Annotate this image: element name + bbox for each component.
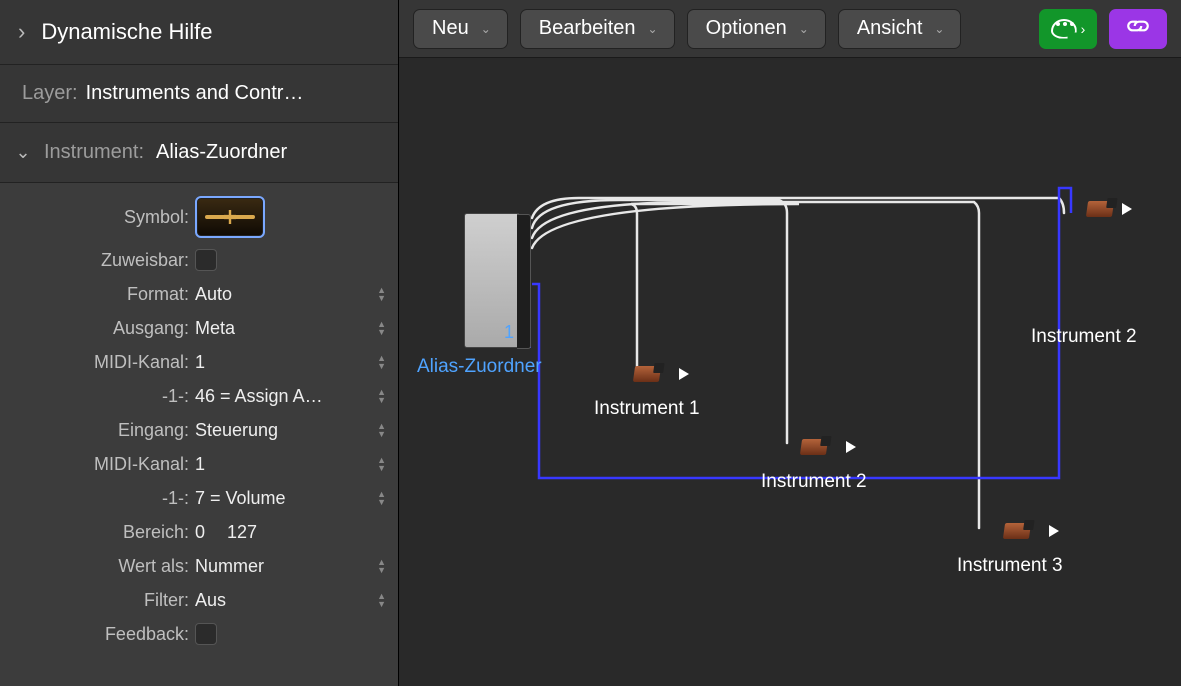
chevron-down-icon: ⌄	[481, 22, 491, 36]
midi-in-value: 1	[195, 454, 205, 475]
instrument-2-label[interactable]: Instrument 2	[761, 471, 867, 493]
workspace[interactable]: 1 Alias-Zuordner Instrument 1 Instrument…	[399, 58, 1181, 686]
prop-feedback: Feedback:	[0, 617, 398, 651]
chevron-down-icon: ⌄	[12, 142, 34, 163]
prop-symbol: Symbol:	[0, 191, 398, 243]
assigner-number: 1	[504, 322, 514, 343]
midi-out-value: 1	[195, 352, 205, 373]
properties-list: Symbol: Zuweisbar: Format: Auto ▲▼ Aus	[0, 183, 398, 686]
layer-row[interactable]: Layer: Instruments and Contr…	[0, 65, 398, 123]
palette-icon	[1051, 19, 1077, 39]
instrument-header[interactable]: ⌄ Instrument: Alias-Zuordner	[0, 123, 398, 183]
stepper-icon[interactable]: ▲▼	[377, 388, 386, 404]
prop-range[interactable]: Bereich: 0 127	[0, 515, 398, 549]
symbol-icon[interactable]	[195, 196, 265, 238]
instrument-icon[interactable]	[633, 366, 661, 382]
layer-label: Layer:	[22, 82, 78, 105]
options-menu[interactable]: Optionen⌄	[687, 9, 826, 49]
prop-output[interactable]: Ausgang: Meta ▲▼	[0, 311, 398, 345]
chevron-down-icon: ⌄	[648, 22, 658, 36]
filter-value: Aus	[195, 590, 226, 611]
instrument-1-label[interactable]: Instrument 1	[594, 398, 700, 420]
instrument-icon[interactable]	[1086, 201, 1114, 217]
instrument-icon[interactable]	[1003, 523, 1031, 539]
instrument-label: Instrument:	[44, 141, 144, 164]
chevron-right-icon: ›	[18, 19, 25, 45]
value-as-value: Nummer	[195, 556, 264, 577]
color-palette-button[interactable]: ›	[1039, 9, 1097, 49]
environment-area: Neu⌄ Bearbeiten⌄ Optionen⌄ Ansicht⌄ ›	[399, 0, 1181, 686]
instrument-2b-label[interactable]: Instrument 2	[1031, 326, 1137, 348]
assignable-checkbox[interactable]	[195, 249, 217, 271]
edit-menu[interactable]: Bearbeiten⌄	[520, 9, 675, 49]
assigner-ports	[520, 216, 529, 274]
stepper-icon[interactable]: ▲▼	[377, 558, 386, 574]
input-value: Steuerung	[195, 420, 278, 441]
feedback-checkbox[interactable]	[195, 623, 217, 645]
prop-midi-in[interactable]: MIDI-Kanal: 1 ▲▼	[0, 447, 398, 481]
range-hi: 127	[227, 522, 257, 543]
play-icon	[1049, 525, 1059, 537]
instrument-3-label[interactable]: Instrument 3	[957, 555, 1063, 577]
minus1b-value: 7 = Volume	[195, 488, 286, 509]
format-value: Auto	[195, 284, 232, 305]
view-menu[interactable]: Ansicht⌄	[838, 9, 962, 49]
minus1a-value: 46 = Assign A…	[195, 386, 323, 407]
chevron-down-icon: ⌄	[934, 22, 944, 36]
assigner-label[interactable]: Alias-Zuordner	[417, 356, 542, 378]
play-icon	[1122, 203, 1132, 215]
toolbar: Neu⌄ Bearbeiten⌄ Optionen⌄ Ansicht⌄ ›	[399, 0, 1181, 58]
inspector-panel: › Dynamische Hilfe Layer: Instruments an…	[0, 0, 399, 686]
prop-midi-out[interactable]: MIDI-Kanal: 1 ▲▼	[0, 345, 398, 379]
prop-minus1b[interactable]: -1-: 7 = Volume ▲▼	[0, 481, 398, 515]
chevron-down-icon: ⌄	[799, 22, 809, 36]
instrument-value: Alias-Zuordner	[156, 141, 287, 164]
output-value: Meta	[195, 318, 235, 339]
stepper-icon[interactable]: ▲▼	[377, 354, 386, 370]
prop-assignable: Zuweisbar:	[0, 243, 398, 277]
selection-outline	[517, 274, 531, 348]
stepper-icon[interactable]: ▲▼	[377, 592, 386, 608]
prop-filter[interactable]: Filter: Aus ▲▼	[0, 583, 398, 617]
stepper-icon[interactable]: ▲▼	[377, 490, 386, 506]
stepper-icon[interactable]: ▲▼	[377, 320, 386, 336]
prop-input[interactable]: Eingang: Steuerung ▲▼	[0, 413, 398, 447]
stepper-icon[interactable]: ▲▼	[377, 456, 386, 472]
prop-value-as[interactable]: Wert als: Nummer ▲▼	[0, 549, 398, 583]
help-title: Dynamische Hilfe	[41, 19, 212, 45]
prop-format[interactable]: Format: Auto ▲▼	[0, 277, 398, 311]
alias-assigner-node[interactable]: 1	[464, 213, 519, 348]
play-icon	[679, 368, 689, 380]
play-icon	[846, 441, 856, 453]
instrument-icon[interactable]	[800, 439, 828, 455]
stepper-icon[interactable]: ▲▼	[377, 286, 386, 302]
layer-value: Instruments and Contr…	[86, 82, 304, 105]
stepper-icon[interactable]: ▲▼	[377, 422, 386, 438]
chevron-right-icon: ›	[1081, 21, 1086, 37]
help-header[interactable]: › Dynamische Hilfe	[0, 0, 398, 65]
link-icon	[1125, 16, 1151, 42]
new-menu[interactable]: Neu⌄	[413, 9, 508, 49]
link-button[interactable]	[1109, 9, 1167, 49]
prop-minus1a[interactable]: -1-: 46 = Assign A… ▲▼	[0, 379, 398, 413]
range-lo: 0	[195, 522, 205, 543]
